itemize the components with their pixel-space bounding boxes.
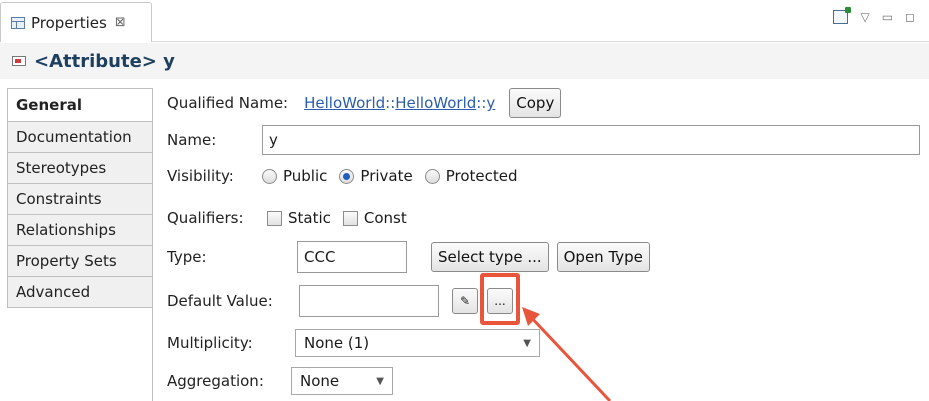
annotation-arrow: [522, 307, 612, 401]
